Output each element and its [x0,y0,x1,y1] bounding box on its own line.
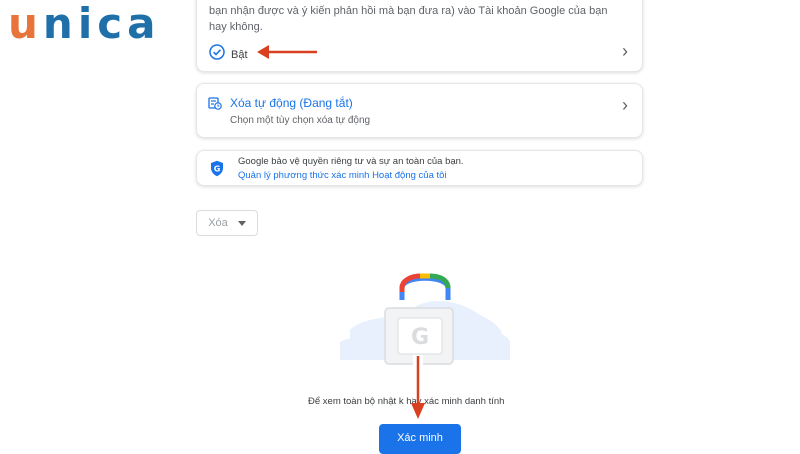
logo-letter-n: n [42,0,78,48]
auto-delete-icon [208,96,222,115]
privacy-info-card: G Google bảo vệ quyền riêng tư và sự an … [196,150,643,186]
privacy-text: Google bảo vệ quyền riêng tư và sự an to… [238,156,464,167]
annotation-arrow-left [257,45,317,59]
verify-identity-text: Để xem toàn bộ nhật k hãy xác minh danh … [308,396,505,407]
chevron-right-icon[interactable]: › [622,96,628,114]
manage-verification-link[interactable]: Quản lý phương thức xác minh Hoạt động c… [238,170,447,181]
logo-letter-a: a [127,0,161,48]
auto-delete-subtitle: Chọn một tùy chọn xóa tự động [230,115,371,126]
auto-delete-title: Xóa tự động (Đang tắt) [230,96,353,110]
logo-letter-c: c [97,0,128,48]
activity-status-label: Bật [231,48,248,61]
delete-dropdown[interactable]: Xóa [196,210,258,236]
activity-status: Bật [209,44,248,65]
logo-letter-u: u [8,0,43,48]
delete-dropdown-label: Xóa [208,217,228,229]
activity-description: bạn nhận được và ý kiến phản hồi mà bạn … [209,5,608,33]
svg-text:G: G [411,325,429,350]
activity-setting-card[interactable]: bạn nhận được và ý kiến phản hồi mà bạn … [196,0,643,72]
caret-down-icon [237,220,246,226]
logo-letter-i: i [77,0,98,48]
check-circle-icon [209,44,225,65]
annotation-arrow-down [411,355,425,419]
chevron-right-icon[interactable]: › [622,42,628,60]
auto-delete-card[interactable]: Xóa tự động (Đang tắt) Chọn một tùy chọn… [196,83,643,138]
svg-text:G: G [214,165,221,174]
google-shield-icon: G [210,160,224,182]
unica-logo: unica [8,2,160,46]
